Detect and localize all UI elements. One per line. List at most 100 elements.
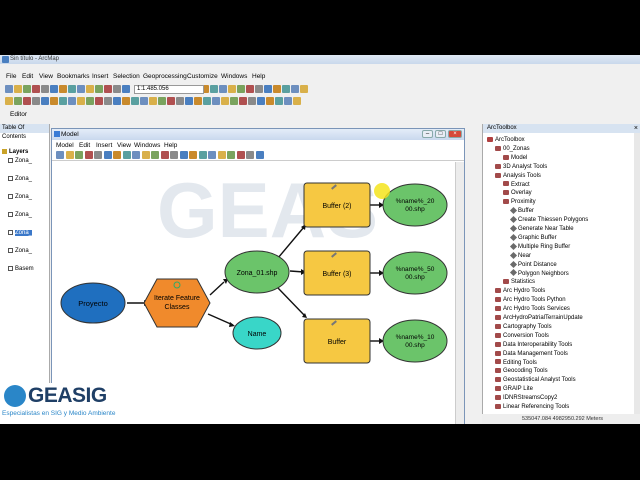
toolbar-tool-icon[interactable] xyxy=(212,97,220,105)
toolbar-tool-icon[interactable] xyxy=(113,85,121,93)
arctoolbox-item[interactable]: Graphic Buffer xyxy=(509,233,557,242)
toolbar-tool-icon[interactable] xyxy=(50,97,58,105)
close-button[interactable]: × xyxy=(448,130,462,138)
toolbar-tool-icon[interactable] xyxy=(32,85,40,93)
layer-visibility-checkbox[interactable] xyxy=(8,158,13,163)
toolbar-tool-icon[interactable] xyxy=(203,97,211,105)
editor-menu[interactable]: Editor xyxy=(10,111,27,118)
toolbar-tool-icon[interactable] xyxy=(86,97,94,105)
model-tool-icon[interactable] xyxy=(198,151,207,159)
arctoolbox-item[interactable]: Geostatistical Analyst Tools xyxy=(495,376,576,384)
arctoolbox-item[interactable]: 3D Analyst Tools xyxy=(495,163,547,171)
menu-file[interactable]: File xyxy=(6,73,16,80)
toolbar-tool-icon[interactable] xyxy=(59,85,67,93)
arctoolbox-item[interactable]: Linear Referencing Tools xyxy=(495,403,569,411)
toolbar-tool-icon[interactable] xyxy=(23,97,31,105)
toolbar-tool-icon[interactable] xyxy=(68,97,76,105)
toolbar-tool-icon[interactable] xyxy=(140,97,148,105)
menu-insert[interactable]: Insert xyxy=(92,73,108,80)
toolbar-tool-icon[interactable] xyxy=(275,97,283,105)
arctoolbox-item[interactable]: Cartography Tools xyxy=(495,323,552,331)
toc-layer[interactable]: Zona_ xyxy=(8,212,32,218)
toolbar-tool-icon[interactable] xyxy=(158,97,166,105)
toc-layers[interactable]: Layers xyxy=(2,149,28,155)
arctoolbox-item[interactable]: ArcToolbox xyxy=(487,136,525,144)
model-tool-icon[interactable] xyxy=(65,151,74,159)
toolbar-tool-icon[interactable] xyxy=(95,97,103,105)
node-output-2000[interactable] xyxy=(382,183,448,227)
toolbar-tool-icon[interactable] xyxy=(122,85,130,93)
toc-layer[interactable]: Basem xyxy=(8,266,34,272)
model-tool-icon[interactable] xyxy=(132,151,140,159)
arctoolbox-item[interactable]: Arc Hydro Tools xyxy=(495,287,545,295)
toolbar-tool-icon[interactable] xyxy=(176,97,184,105)
arctoolbox-item[interactable]: Analysis Tools xyxy=(495,172,541,180)
layer-visibility-checkbox[interactable] xyxy=(8,176,13,181)
toolbar-tool-icon[interactable] xyxy=(210,85,218,93)
toolbar-tool-icon[interactable] xyxy=(230,97,238,105)
toolbar-tool-icon[interactable] xyxy=(221,97,229,105)
toolbar-tool-icon[interactable] xyxy=(273,85,281,93)
arctoolbox-item[interactable]: ArcHydroPatrialTerrainUpdate xyxy=(495,314,583,322)
model-tool-icon[interactable] xyxy=(179,151,188,159)
model-menu-windows[interactable]: Windows xyxy=(134,142,160,149)
toolbar-tool-icon[interactable] xyxy=(131,97,139,105)
toolbar-tool-icon[interactable] xyxy=(95,85,103,93)
model-tool-icon[interactable] xyxy=(103,151,112,159)
minimize-button[interactable]: – xyxy=(422,130,433,138)
menu-view[interactable]: View xyxy=(39,73,53,80)
toolbar-tool-icon[interactable] xyxy=(104,85,112,93)
toolbar-tool-icon[interactable] xyxy=(219,85,227,93)
model-tool-icon[interactable] xyxy=(189,151,197,159)
arctoolbox-item[interactable]: Point Distance xyxy=(509,260,557,269)
toc-layer[interactable]: Zona_ xyxy=(8,158,32,164)
toolbar-tool-icon[interactable] xyxy=(113,97,121,105)
toolbar-tool-icon[interactable] xyxy=(77,97,85,105)
model-tool-icon[interactable] xyxy=(255,151,264,159)
layer-visibility-checkbox[interactable] xyxy=(8,212,13,217)
toolbar-tool-icon[interactable] xyxy=(257,97,265,105)
node-output-5000[interactable] xyxy=(382,251,448,295)
model-menu-insert[interactable]: Insert xyxy=(96,142,112,149)
arctoolbox-item[interactable]: Buffer xyxy=(509,207,534,215)
arctoolbox-item[interactable]: Overlay xyxy=(503,189,532,197)
arctoolbox-item[interactable]: Generate Near Table xyxy=(509,224,574,233)
toolbar-tool-icon[interactable] xyxy=(104,97,112,105)
menu-bookmarks[interactable]: Bookmarks xyxy=(57,73,90,80)
menu-customize[interactable]: Customize xyxy=(187,73,218,80)
model-menu-edit[interactable]: Edit xyxy=(79,142,90,149)
toolbar-tool-icon[interactable] xyxy=(86,85,94,93)
menu-selection[interactable]: Selection xyxy=(113,73,140,80)
model-tool-icon[interactable] xyxy=(170,151,178,159)
scale-input[interactable]: 1:1.485.056 xyxy=(134,85,204,94)
toolbar-tool-icon[interactable] xyxy=(68,85,76,93)
toolbar-tool-icon[interactable] xyxy=(77,85,85,93)
arctoolbox-item[interactable]: Editing Tools xyxy=(495,359,537,367)
toc-layer[interactable]: Zona_ xyxy=(8,248,32,254)
arctoolbox-item[interactable]: Multiple Ring Buffer xyxy=(509,242,570,251)
toolbar-tool-icon[interactable] xyxy=(122,97,130,105)
layer-visibility-checkbox[interactable] xyxy=(8,248,13,253)
arctoolbox-item[interactable]: Near xyxy=(509,251,531,260)
toolbar-tool-icon[interactable] xyxy=(23,85,31,93)
arctoolbox-item[interactable]: Conversion Tools xyxy=(495,332,549,340)
close-icon[interactable]: × xyxy=(634,124,638,133)
model-tool-icon[interactable] xyxy=(56,151,64,159)
menu-help[interactable]: Help xyxy=(252,73,265,80)
toc-layer[interactable]: Zona_ xyxy=(8,176,32,182)
model-tool-icon[interactable] xyxy=(246,151,254,159)
toolbar-tool-icon[interactable] xyxy=(194,97,202,105)
arctoolbox-item[interactable]: Model xyxy=(503,154,527,162)
model-tool-icon[interactable] xyxy=(151,151,159,159)
arctoolbox-item[interactable]: Proximity xyxy=(503,198,536,206)
arctoolbox-item[interactable]: Statistics xyxy=(503,278,535,286)
arctoolbox-item[interactable]: Data Interoperability Tools xyxy=(495,341,572,349)
toolbar-tool-icon[interactable] xyxy=(167,97,175,105)
node-iterate-feature-classes[interactable] xyxy=(143,278,211,328)
toolbar-tool-icon[interactable] xyxy=(14,85,22,93)
model-menu-view[interactable]: View xyxy=(117,142,131,149)
toolbar-tool-icon[interactable] xyxy=(41,97,49,105)
arctoolbox-item[interactable]: Extract xyxy=(503,181,530,189)
model-tool-icon[interactable] xyxy=(217,151,226,159)
model-tool-icon[interactable] xyxy=(94,151,102,159)
